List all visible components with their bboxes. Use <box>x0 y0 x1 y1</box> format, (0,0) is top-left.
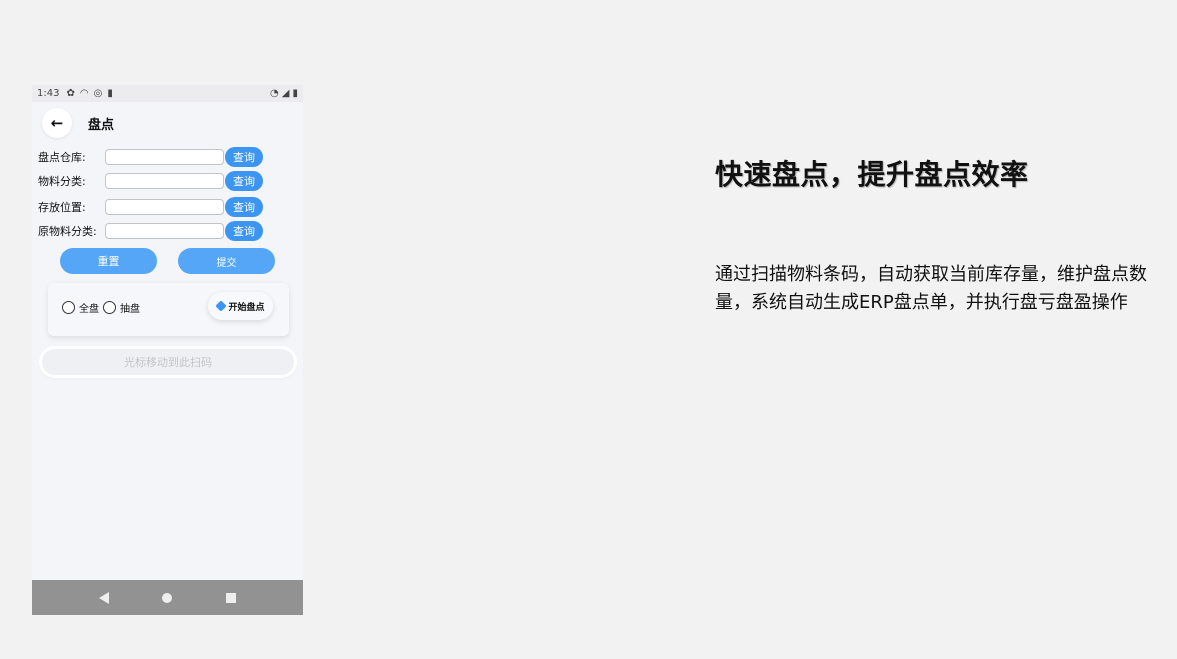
sdcard-icon: ▮ <box>107 88 113 99</box>
start-count-label: 开始盘点 <box>228 302 265 313</box>
form-row-category: 物料分类: 查询 <box>32 171 303 191</box>
promo-headline: 快速盘点，提升盘点效率 <box>715 158 1029 191</box>
category-label: 物料分类: <box>38 175 86 188</box>
category-input[interactable] <box>105 173 224 189</box>
raw-category-input[interactable] <box>105 223 224 239</box>
scan-input[interactable] <box>41 348 295 376</box>
at-icon: ◎ <box>93 88 103 99</box>
full-count-radio[interactable] <box>62 301 75 314</box>
arrow-left-icon: ← <box>50 114 64 132</box>
location-label: 存放位置: <box>38 201 86 214</box>
sample-count-radio[interactable] <box>103 301 116 314</box>
phone-screen: 1:43 ✿ ◠ ◎ ▮ ◔ ◢ ▮ ← 盘点 盘点仓库: 查询 物料分类: 查… <box>32 85 303 615</box>
form-row-raw-category: 原物料分类: 查询 <box>32 221 303 241</box>
status-bar: 1:43 ✿ ◠ ◎ ▮ ◔ ◢ ▮ <box>32 85 303 102</box>
cube-icon <box>215 300 228 312</box>
start-count-button[interactable]: 开始盘点 <box>208 292 273 320</box>
warehouse-input[interactable] <box>105 149 224 165</box>
nav-home-icon[interactable] <box>162 592 173 603</box>
form-row-warehouse: 盘点仓库: 查询 <box>32 147 303 167</box>
raw-category-label: 原物料分类: <box>38 225 97 238</box>
mode-radio-group: 全盘 抽盘 <box>62 300 144 315</box>
raw-category-query-button[interactable]: 查询 <box>225 221 263 241</box>
category-query-button[interactable]: 查询 <box>225 171 263 191</box>
inventory-mode-card: 全盘 抽盘 开始盘点 <box>48 283 289 336</box>
sample-count-label: 抽盘 <box>120 304 140 315</box>
location-query-button[interactable]: 查询 <box>225 197 263 217</box>
status-time: 1:43 <box>37 88 60 99</box>
submit-button[interactable]: 提交 <box>178 248 275 274</box>
back-button[interactable]: ← <box>42 108 72 138</box>
form-row-location: 存放位置: 查询 <box>32 197 303 217</box>
gear-icon: ✿ <box>66 88 75 99</box>
reset-button[interactable]: 重置 <box>60 248 157 274</box>
promo-description: 通过扫描物料条码，自动获取当前库存量，维护盘点数量，系统自动生成ERP盘点单，并… <box>715 264 1147 313</box>
full-count-label: 全盘 <box>79 304 99 315</box>
location-input[interactable] <box>105 199 224 215</box>
wifi-signal-icon: ◔ <box>270 88 279 99</box>
android-nav-bar <box>32 580 303 615</box>
warehouse-label: 盘点仓库: <box>38 151 86 164</box>
nav-recents-icon[interactable] <box>226 592 237 603</box>
warehouse-query-button[interactable]: 查询 <box>225 147 263 167</box>
app-bar: ← 盘点 <box>32 108 303 138</box>
cell-signal-icon: ◢ <box>281 88 290 99</box>
nav-back-icon[interactable] <box>98 591 109 604</box>
battery-icon: ▮ <box>292 88 298 99</box>
page-title: 盘点 <box>88 117 115 133</box>
wifi-icon: ◠ <box>79 88 89 99</box>
